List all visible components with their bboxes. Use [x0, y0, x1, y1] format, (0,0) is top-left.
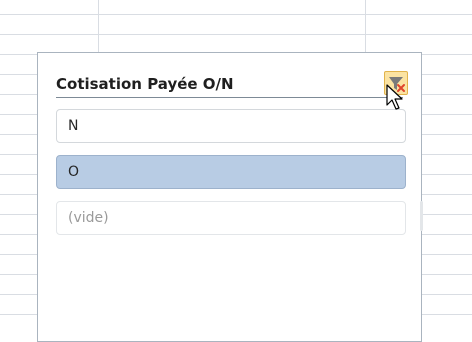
slicer-item-label: (vide): [68, 210, 109, 226]
slicer-item-o[interactable]: O: [56, 155, 406, 189]
slicer-item-n[interactable]: N: [56, 109, 406, 143]
slicer-item-label: O: [68, 164, 80, 180]
grid-row-line: [0, 14, 472, 15]
slicer-item-label: N: [68, 118, 79, 134]
slicer-item-vide[interactable]: (vide): [56, 201, 406, 235]
grid-row-line: [0, 34, 472, 35]
slicer-title: Cotisation Payée O/N: [56, 75, 234, 93]
slicer-scrollbar[interactable]: [420, 201, 423, 231]
slicer-panel[interactable]: Cotisation Payée O/N N O (vide): [37, 52, 423, 342]
slicer-header: Cotisation Payée O/N: [56, 65, 408, 98]
arrow-pointer-icon: [386, 84, 403, 110]
